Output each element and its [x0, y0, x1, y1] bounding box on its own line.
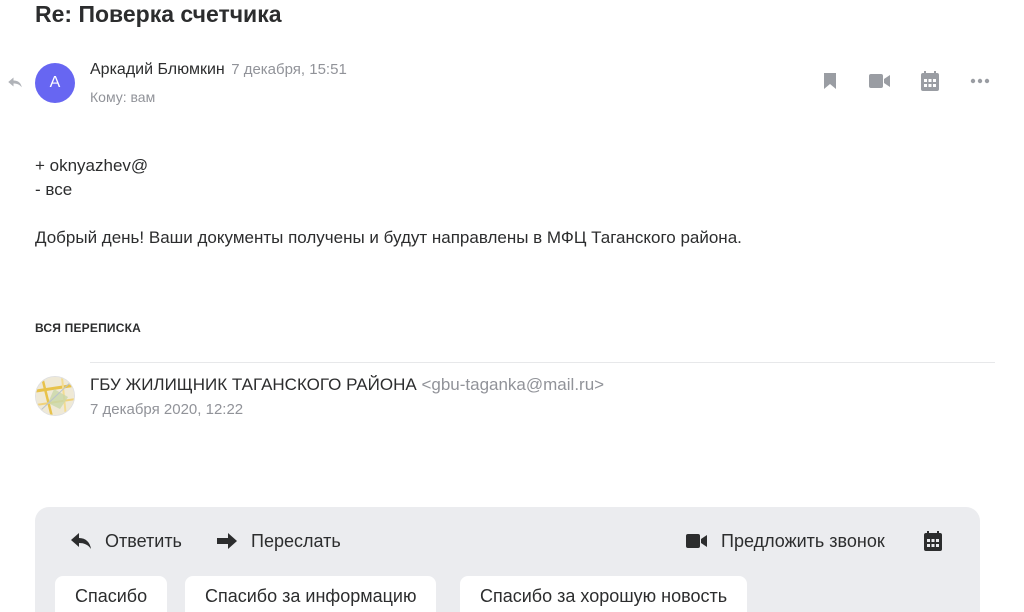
message-date: 7 декабря, 15:51 [231, 61, 347, 78]
recipients[interactable]: Кому: вам [90, 88, 155, 106]
body-paragraph: Добрый день! Ваши документы получены и б… [35, 228, 742, 247]
message-actions [819, 70, 991, 92]
sender-line: Аркадий Блюмкин 7 декабря, 15:51 [90, 60, 347, 80]
schedule-button[interactable] [921, 526, 945, 556]
calendar-icon[interactable] [919, 70, 941, 92]
email-view: Re: Поверка счетчика А Аркадий Блюмкин 7… [0, 0, 1024, 612]
quick-reply-button[interactable]: Спасибо [55, 576, 168, 612]
sender-name[interactable]: Аркадий Блюмкин [90, 61, 225, 78]
forward-arrow-icon [215, 529, 239, 553]
thread-sender-email: <gbu-taganka@mail.ru> [421, 375, 605, 394]
propose-call-label: Предложить звонок [721, 530, 885, 551]
email-subject: Re: Поверка счетчика [35, 1, 282, 27]
thread-date: 7 декабря 2020, 12:22 [90, 401, 244, 418]
calendar-icon [921, 529, 945, 553]
video-call-icon[interactable] [869, 70, 891, 92]
forward-button[interactable]: Переслать [215, 526, 341, 556]
thread-sender-avatar[interactable] [35, 376, 75, 416]
reply-label: Ответить [105, 530, 182, 551]
propose-call-button[interactable]: Предложить звонок [685, 526, 885, 556]
quick-reply-button[interactable]: Спасибо за информацию [185, 576, 437, 612]
reply-icon [69, 529, 93, 553]
body-line: + oknyazhev@ [35, 156, 149, 175]
quick-reply-button[interactable]: Спасибо за хорошую новость [460, 576, 748, 612]
more-icon[interactable] [969, 70, 991, 92]
thread-sender-name: ГБУ ЖИЛИЩНИК ТАГАНСКОГО РАЙОНА [90, 375, 417, 394]
message-body: + oknyazhev@ - все Добрый день! Ваши док… [35, 154, 742, 250]
sender-avatar[interactable]: А [35, 63, 75, 103]
body-line: - все [35, 180, 73, 199]
forward-label: Переслать [251, 530, 341, 551]
reply-arrow-icon [6, 73, 24, 91]
reply-button[interactable]: Ответить [69, 526, 182, 556]
bookmark-icon[interactable] [819, 70, 841, 92]
thread-title: ВСЯ ПЕРЕПИСКА [35, 321, 141, 335]
video-call-icon [685, 529, 709, 553]
divider [90, 362, 995, 363]
thread-sender[interactable]: ГБУ ЖИЛИЩНИК ТАГАНСКОГО РАЙОНА <gbu-taga… [90, 374, 604, 396]
